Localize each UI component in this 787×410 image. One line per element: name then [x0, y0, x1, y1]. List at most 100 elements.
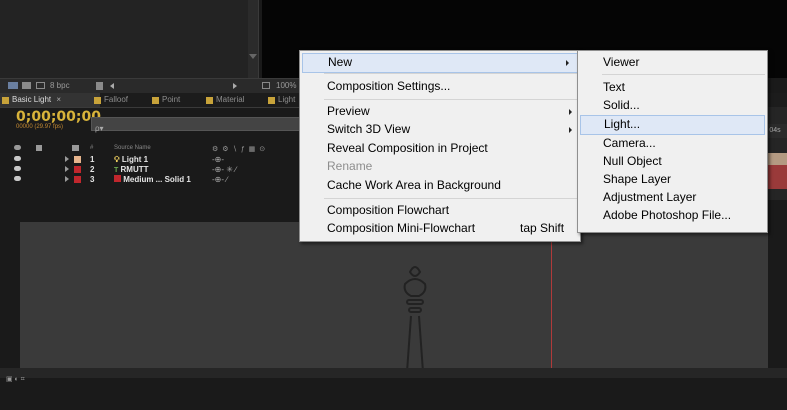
- layer-switches[interactable]: -⊕- ∕: [212, 175, 228, 184]
- menu-item-composition-flowchart[interactable]: Composition Flowchart: [327, 202, 449, 219]
- tab-point[interactable]: Point: [150, 93, 212, 107]
- menu-item-new[interactable]: New: [302, 53, 578, 73]
- tab-label: Falloof: [104, 95, 129, 104]
- tab-falloof[interactable]: Falloof: [92, 93, 158, 107]
- table-row[interactable]: 2 T RMUTT -⊕- ✳ ∕: [0, 165, 300, 174]
- layer-label-color[interactable]: [74, 156, 81, 163]
- menu-separator: [324, 73, 578, 74]
- submenu-item-light[interactable]: Light...: [580, 115, 765, 135]
- submenu-arrow-icon: [569, 109, 572, 115]
- menu-item-reveal-composition[interactable]: Reveal Composition in Project: [327, 140, 488, 157]
- submenu-arrow-icon: [569, 127, 572, 133]
- layer-name[interactable]: 💡︎ Light 1: [114, 155, 148, 164]
- submenu-item-photoshop-file[interactable]: Adobe Photoshop File...: [603, 207, 731, 224]
- layer-switches[interactable]: -⊕- ✳ ∕: [212, 165, 237, 174]
- eye-column-icon: [14, 145, 21, 150]
- submenu-item-solid[interactable]: Solid...: [603, 97, 640, 114]
- tab-color-swatch: [206, 97, 213, 104]
- new-submenu: Viewer Text Solid... Light... Camera... …: [577, 50, 768, 233]
- tab-color-swatch: [94, 97, 101, 104]
- expand-triangle-icon[interactable]: [65, 176, 69, 182]
- submenu-item-camera[interactable]: Camera...: [603, 135, 656, 152]
- layer-label-color[interactable]: [74, 176, 81, 183]
- tab-basic-light[interactable]: Basic Light ×: [0, 93, 100, 107]
- layer-number: 1: [90, 155, 95, 164]
- expand-triangle-icon[interactable]: [65, 156, 69, 162]
- layer-column-headers: # Source Name ⚙ ⚙ ∖ ƒ ▦ ⊙: [0, 144, 300, 154]
- layer-name[interactable]: T RMUTT: [114, 165, 149, 175]
- expand-triangle-icon[interactable]: [65, 166, 69, 172]
- scroll-left-icon[interactable]: [110, 83, 114, 89]
- light-bulb-icon: 💡︎: [114, 155, 120, 164]
- menu-item-label: New: [328, 55, 353, 69]
- visibility-eye-icon[interactable]: [14, 176, 21, 181]
- tab-material[interactable]: Material: [204, 93, 274, 107]
- number-column-header: #: [90, 145, 94, 151]
- trash-icon[interactable]: [96, 82, 103, 90]
- status-bar: ▣ ◐ ⌗: [0, 368, 787, 383]
- bpc-label[interactable]: 8 bpc: [50, 79, 70, 93]
- frame-rate-label: 00000 (29.97 fps): [16, 124, 64, 130]
- tab-label: Point: [162, 95, 181, 104]
- layer-search-input[interactable]: ρ▾: [91, 117, 301, 133]
- graph-canvas-right[interactable]: [553, 222, 768, 370]
- submenu-item-text[interactable]: Text: [603, 79, 625, 96]
- visibility-eye-icon[interactable]: [14, 166, 21, 171]
- project-panel: [0, 0, 259, 78]
- tab-color-swatch: [2, 97, 9, 104]
- project-toolbar: 8 bpc: [0, 78, 258, 93]
- scroll-down-arrow-icon[interactable]: [249, 54, 257, 59]
- menu-item-preview[interactable]: Preview: [327, 103, 370, 120]
- menu-item-switch-3d-view[interactable]: Switch 3D View: [327, 121, 410, 138]
- table-row[interactable]: 1 💡︎ Light 1 -⊕-: [0, 155, 300, 164]
- chess-piece-outline-icon: [403, 266, 427, 373]
- submenu-item-shape-layer[interactable]: Shape Layer: [603, 171, 671, 188]
- tab-color-swatch: [152, 97, 159, 104]
- context-menu: New Composition Settings... Preview Swit…: [299, 50, 581, 242]
- source-name-header[interactable]: Source Name: [114, 145, 151, 151]
- search-icon: ρ▾: [95, 124, 104, 133]
- close-icon[interactable]: ×: [56, 95, 61, 104]
- switches-header-icon: ⚙ ⚙ ∖ ƒ ▦ ⊙: [212, 146, 267, 153]
- tab-color-swatch: [268, 97, 275, 104]
- layer-switches[interactable]: -⊕-: [212, 155, 224, 164]
- current-time-display[interactable]: 0;00;00;00: [16, 109, 101, 125]
- lock-column-icon: [36, 145, 42, 151]
- new-composition-icon[interactable]: [36, 82, 45, 89]
- always-preview-icon[interactable]: [262, 82, 270, 89]
- viewer-toolbar: 100%: [258, 78, 300, 93]
- tab-label: Light: [278, 95, 296, 104]
- menu-separator: [324, 99, 578, 100]
- label-column-icon: [72, 145, 79, 151]
- menu-item-rename[interactable]: Rename: [327, 158, 372, 175]
- layer-number: 3: [90, 175, 95, 184]
- layer-number: 2: [90, 165, 95, 174]
- menu-separator: [324, 198, 578, 199]
- layer-name[interactable]: Medium ... Solid 1: [114, 175, 191, 184]
- submenu-item-null-object[interactable]: Null Object: [603, 153, 662, 170]
- text-layer-icon: T: [114, 167, 119, 174]
- tab-label: Basic Light: [12, 95, 52, 104]
- table-row[interactable]: 3 Medium ... Solid 1 -⊕- ∕: [0, 175, 300, 184]
- menu-item-composition-mini-flowchart[interactable]: Composition Mini-Flowchart: [327, 220, 475, 237]
- submenu-item-viewer[interactable]: Viewer: [603, 54, 639, 71]
- tab-label: Material: [216, 95, 245, 104]
- interpret-footage-icon[interactable]: [8, 82, 18, 89]
- menu-separator: [602, 74, 765, 75]
- submenu-arrow-icon: [566, 60, 569, 66]
- visibility-eye-icon[interactable]: [14, 156, 21, 161]
- shortcut-label: tap Shift: [520, 221, 565, 235]
- toggle-switches-icon[interactable]: ▣ ◐ ⌗: [0, 376, 25, 383]
- current-time-indicator[interactable]: [551, 230, 552, 370]
- solid-layer-icon: [114, 175, 121, 182]
- zoom-level[interactable]: 100%: [276, 79, 296, 93]
- scroll-right-icon[interactable]: [233, 83, 237, 89]
- project-scrollbar[interactable]: [248, 0, 258, 78]
- new-folder-icon[interactable]: [22, 82, 31, 89]
- menu-item-cache-work-area[interactable]: Cache Work Area in Background: [327, 177, 501, 194]
- layer-label-color[interactable]: [74, 166, 81, 173]
- graph-canvas[interactable]: [20, 222, 553, 373]
- submenu-item-adjustment-layer[interactable]: Adjustment Layer: [603, 189, 696, 206]
- layer-list: 1 💡︎ Light 1 -⊕- 2 T RMUTT -⊕- ✳ ∕ 3 Med…: [0, 155, 300, 200]
- menu-item-composition-settings[interactable]: Composition Settings...: [327, 78, 450, 95]
